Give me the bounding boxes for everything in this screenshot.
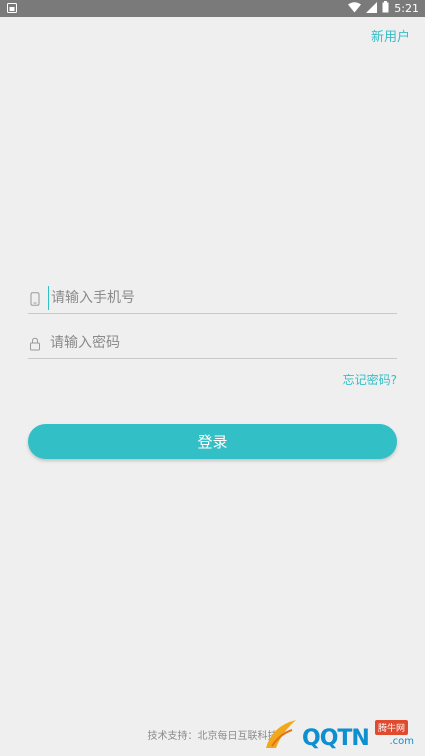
phone-input[interactable] [48,286,391,310]
password-input[interactable] [48,331,390,355]
status-time: 5:21 [394,2,419,15]
lock-icon [29,336,41,351]
phone-field [28,283,397,314]
new-user-button[interactable]: 新用户 [371,26,410,45]
signal-icon [366,1,378,16]
phone-icon [29,291,41,306]
forgot-password-link[interactable]: 忘记密码? [343,371,397,388]
battery-icon [382,1,389,16]
watermark-logo-icon [266,720,296,748]
login-button[interactable]: 登录 [28,424,397,459]
watermark-badge: 腾牛网 [374,720,408,735]
password-field [28,328,397,359]
watermark-brand: QQTN [302,726,370,751]
watermark: 腾牛网 QQTN .com [262,712,422,754]
notification-icon [7,3,17,13]
watermark-suffix: .com [389,736,414,747]
status-bar: 5:21 [0,0,425,17]
wifi-icon [348,1,362,16]
status-icons: 5:21 [348,1,419,16]
